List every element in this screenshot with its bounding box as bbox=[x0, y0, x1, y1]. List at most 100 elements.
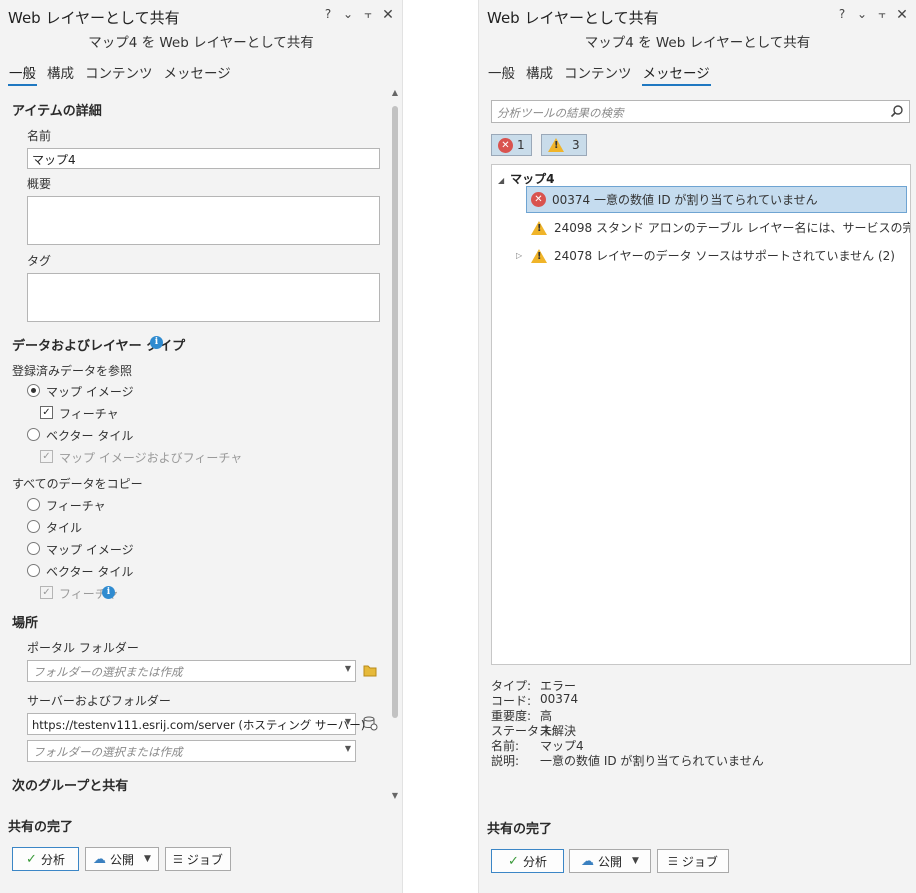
scrollbar-thumb[interactable] bbox=[392, 106, 398, 718]
message-row-error[interactable]: ✕ 00374 一意の数値 ID が割り当てられていません bbox=[526, 186, 907, 213]
message-row-warning[interactable]: 24098 スタンド アロンのテーブル レイヤー名には、サービスの完全修飾データ bbox=[526, 214, 910, 241]
radio-copy-vector-tile[interactable] bbox=[27, 564, 40, 577]
pin-icon[interactable]: ⫟ bbox=[876, 7, 888, 23]
tags-input[interactable] bbox=[27, 273, 380, 322]
detail-value: エラー bbox=[540, 679, 577, 693]
server-dropdown[interactable]: https://testenv111.esrij.com/server (ホステ… bbox=[27, 713, 365, 735]
tab-messages[interactable]: メッセージ bbox=[163, 62, 232, 86]
check-icon: ✓ bbox=[26, 851, 37, 867]
tab-general[interactable]: 一般 bbox=[487, 62, 516, 86]
pane-header: Web レイヤーとして共有 ? ⌄ ⫟ ✕ マップ4 を Web レイヤーとして… bbox=[0, 0, 402, 56]
summary-textarea[interactable] bbox=[27, 196, 380, 245]
finish-sharing-heading: 共有の完了 bbox=[487, 822, 553, 837]
pin-icon[interactable]: ⫟ bbox=[362, 7, 374, 23]
collapse-triangle-icon[interactable]: ◢ bbox=[498, 176, 504, 185]
detail-value: 00374 bbox=[540, 692, 579, 706]
publish-button[interactable]: ☁ 公開 ▼ bbox=[569, 849, 651, 873]
message-text: 24078 レイヤーのデータ ソースはサポートされていません (2) bbox=[554, 249, 895, 263]
search-input[interactable]: 分析ツールの結果の検索 bbox=[491, 100, 910, 123]
feature-label: フィーチャ bbox=[59, 407, 119, 421]
jobs-list-icon: ☰ bbox=[173, 852, 183, 866]
chevron-down-icon[interactable]: ⌄ bbox=[342, 7, 354, 23]
portal-folder-dropdown[interactable]: フォルダーの選択または作成 ▼ bbox=[27, 660, 356, 682]
server-settings-icon[interactable] bbox=[363, 716, 378, 731]
warning-filter-toggle[interactable]: 3 bbox=[541, 134, 587, 156]
copy-all-data-label: すべてのデータをコピー bbox=[12, 477, 143, 491]
detail-row: ステータス: 未解決 bbox=[491, 722, 764, 738]
tab-configuration[interactable]: 構成 bbox=[525, 62, 554, 86]
tree-node-map[interactable]: ◢ マップ4 bbox=[498, 170, 555, 187]
summary-label: 概要 bbox=[27, 177, 52, 191]
chevron-down-icon[interactable]: ▼ bbox=[144, 854, 151, 864]
check-icon: ✓ bbox=[508, 853, 519, 869]
jobs-button[interactable]: ☰ ジョブ bbox=[165, 847, 231, 871]
info-icon[interactable]: i bbox=[102, 586, 115, 599]
info-icon[interactable]: i bbox=[150, 336, 163, 349]
portal-folder-label: ポータル フォルダー bbox=[27, 641, 139, 655]
detail-row: コード: 00374 bbox=[491, 692, 764, 708]
radio-map-image[interactable] bbox=[27, 384, 40, 397]
vector-tile-label: ベクター タイル bbox=[46, 429, 134, 443]
detail-key: 重要度: bbox=[491, 709, 532, 723]
tab-content[interactable]: コンテンツ bbox=[563, 62, 633, 86]
publish-label: 公開 bbox=[598, 854, 623, 869]
detail-key: タイプ: bbox=[491, 679, 532, 693]
error-icon: ✕ bbox=[498, 137, 513, 153]
publish-button[interactable]: ☁ 公開 ▼ bbox=[85, 847, 159, 871]
folder-icon[interactable] bbox=[363, 664, 378, 677]
pane-subtitle: マップ4 を Web レイヤーとして共有 bbox=[584, 35, 811, 51]
expand-triangle-icon[interactable]: ▷ bbox=[516, 251, 522, 260]
close-icon[interactable]: ✕ bbox=[896, 7, 908, 23]
tags-label: タグ bbox=[27, 254, 52, 268]
cloud-icon: ☁ bbox=[93, 851, 107, 867]
radio-copy-tile[interactable] bbox=[27, 520, 40, 533]
pane-subtitle: マップ4 を Web レイヤーとして共有 bbox=[88, 35, 314, 51]
detail-key: 名前: bbox=[491, 739, 520, 753]
name-input[interactable]: マップ4 bbox=[27, 148, 380, 169]
jobs-list-icon: ☰ bbox=[668, 854, 678, 868]
server-folder-dropdown[interactable]: フォルダーの選択または作成 ▼ bbox=[27, 740, 356, 762]
tab-messages[interactable]: メッセージ bbox=[641, 62, 711, 86]
copy-tile-label: タイル bbox=[46, 521, 83, 535]
radio-copy-feature[interactable] bbox=[27, 498, 40, 511]
server-value: https://testenv111.esrij.com/server (ホステ… bbox=[32, 718, 366, 732]
location-heading: 場所 bbox=[12, 616, 39, 631]
detail-value: 未解決 bbox=[540, 724, 577, 738]
window-controls: ? ⌄ ⫟ ✕ bbox=[322, 7, 394, 23]
vertical-scrollbar[interactable]: ▲ ▼ bbox=[390, 88, 400, 800]
message-row-warning-group[interactable]: ▷ 24078 レイヤーのデータ ソースはサポートされていません (2) bbox=[516, 242, 907, 269]
error-filter-toggle[interactable]: ✕ 1 bbox=[491, 134, 532, 156]
detail-row: 名前: マップ4 bbox=[491, 737, 764, 753]
close-icon[interactable]: ✕ bbox=[382, 7, 394, 23]
analyze-button[interactable]: ✓ 分析 bbox=[491, 849, 564, 873]
chevron-down-icon: ▼ bbox=[344, 717, 351, 726]
scroll-up-icon[interactable]: ▲ bbox=[390, 88, 400, 97]
tab-general[interactable]: 一般 bbox=[8, 62, 37, 86]
tree-root-label: マップ4 bbox=[510, 172, 555, 186]
warning-count: 3 bbox=[572, 138, 580, 152]
radio-vector-tile[interactable] bbox=[27, 428, 40, 441]
warning-icon bbox=[531, 248, 547, 263]
chevron-down-icon[interactable]: ⌄ bbox=[856, 7, 868, 23]
detail-key: 説明: bbox=[491, 754, 520, 768]
scroll-down-icon[interactable]: ▼ bbox=[390, 791, 400, 800]
jobs-button[interactable]: ☰ ジョブ bbox=[657, 849, 729, 873]
radio-copy-map-image[interactable] bbox=[27, 542, 40, 555]
pane-title: Web レイヤーとして共有 bbox=[487, 9, 659, 27]
detail-value: 一意の数値 ID が割り当てられていません bbox=[540, 754, 764, 768]
detail-row: 重要度: 高 bbox=[491, 707, 764, 723]
help-icon[interactable]: ? bbox=[322, 7, 334, 23]
search-icon[interactable] bbox=[890, 104, 904, 118]
analyze-button[interactable]: ✓ 分析 bbox=[12, 847, 79, 871]
chevron-down-icon[interactable]: ▼ bbox=[632, 856, 639, 866]
help-icon[interactable]: ? bbox=[836, 7, 848, 23]
checkbox-feature[interactable]: ✓ bbox=[40, 406, 53, 419]
tab-configuration[interactable]: 構成 bbox=[46, 62, 75, 86]
publish-label: 公開 bbox=[110, 852, 135, 867]
checkbox-map-image-and-feature: ✓ bbox=[40, 450, 53, 463]
message-text: 24098 スタンド アロンのテーブル レイヤー名には、サービスの完全修飾データ bbox=[554, 221, 910, 235]
tab-bar: 一般 構成 コンテンツ メッセージ bbox=[487, 62, 711, 86]
general-form: アイテムの詳細 名前 マップ4 概要 タグ データおよびレイヤー タイプ i 登… bbox=[0, 86, 388, 802]
portal-folder-placeholder: フォルダーの選択または作成 bbox=[33, 665, 183, 679]
tab-content[interactable]: コンテンツ bbox=[84, 62, 154, 86]
